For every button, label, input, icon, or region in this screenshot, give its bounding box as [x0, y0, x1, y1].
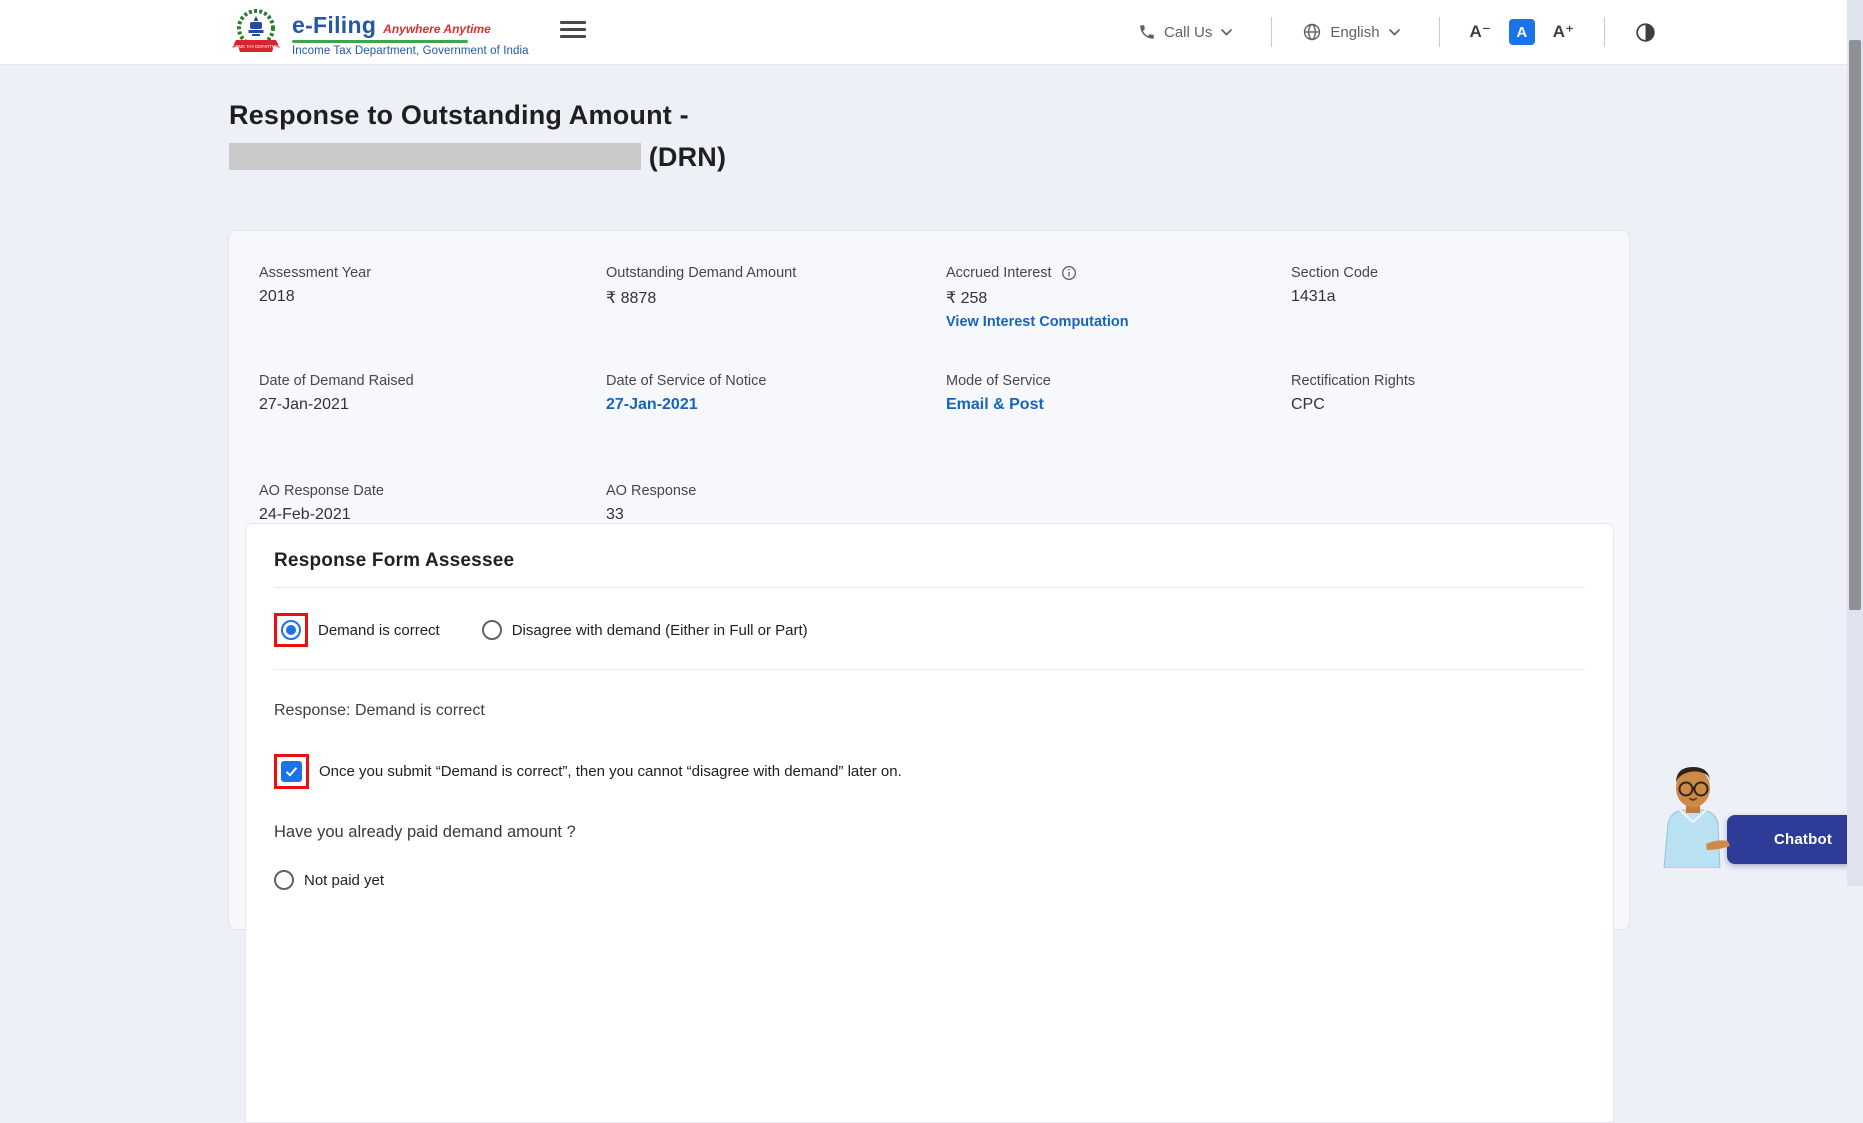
response-form-card: Response Form Assessee Demand is correct… — [245, 523, 1614, 1123]
field-label: Accrued Interest — [946, 265, 1291, 281]
confirm-checkbox[interactable] — [281, 761, 302, 782]
summary-row-1: Assessment Year 2018 Outstanding Demand … — [259, 265, 1604, 330]
field-section-code: Section Code 1431a — [1291, 265, 1604, 330]
view-interest-computation-link[interactable]: View Interest Computation — [946, 314, 1291, 330]
phone-icon — [1140, 25, 1154, 39]
confirmation-checkbox-row: Once you submit “Demand is correct”, the… — [274, 754, 1585, 789]
field-date-of-demand-raised: Date of Demand Raised 27-Jan-2021 — [259, 373, 606, 414]
page-title: Response to Outstanding Amount - (DRN) — [229, 94, 726, 178]
field-label: Date of Service of Notice — [606, 373, 767, 389]
section-divider — [274, 669, 1585, 670]
field-ao-response: AO Response 33 — [606, 483, 946, 524]
chatbot-button-label: Chatbot — [1773, 831, 1833, 848]
field-label: Date of Demand Raised — [259, 373, 414, 389]
department-subtitle: Income Tax Department, Government of Ind… — [292, 45, 529, 57]
summary-row-2: Date of Demand Raised 27-Jan-2021 Date o… — [259, 373, 1604, 414]
date-of-service-link[interactable]: 27-Jan-2021 — [606, 396, 946, 414]
chevron-down-icon — [1388, 28, 1400, 36]
field-value: ₹ 8878 — [606, 290, 657, 307]
chevron-down-icon — [1221, 28, 1233, 36]
language-menu[interactable]: English — [1302, 22, 1408, 42]
payment-question: Have you already paid demand amount ? — [274, 823, 576, 841]
brand-name: e-Filing — [292, 12, 377, 38]
field-ao-response-date: AO Response Date 24-Feb-2021 — [259, 483, 606, 524]
annotation-highlight-box — [274, 613, 308, 647]
app-header: INCOME TAX DEPARTMENT e-Filing Anywhere … — [0, 0, 1847, 64]
mode-of-service-link[interactable]: Email & Post — [946, 396, 1291, 414]
field-value: 24-Feb-2021 — [259, 506, 351, 523]
field-rectification-rights: Rectification Rights CPC — [1291, 373, 1604, 414]
field-label: Section Code — [1291, 265, 1379, 281]
field-value: CPC — [1291, 396, 1325, 413]
font-size-increase-button[interactable]: A⁺ — [1553, 22, 1574, 42]
field-value: 2018 — [259, 288, 295, 305]
payment-radio-group: Not paid yet — [274, 870, 1585, 890]
info-icon[interactable] — [1061, 265, 1077, 281]
field-outstanding-demand-amount: Outstanding Demand Amount ₹ 8878 — [606, 265, 946, 330]
field-value: 33 — [606, 506, 624, 523]
efiling-logo: INCOME TAX DEPARTMENT e-Filing Anywhere … — [228, 4, 529, 65]
radio-not-paid-yet[interactable] — [274, 870, 294, 890]
header-utility-nav: Call Us English A⁻ A A⁺ — [1138, 0, 1656, 64]
scrollbar-track — [1847, 0, 1863, 886]
form-heading: Response Form Assessee — [274, 550, 515, 571]
heading-divider — [274, 587, 1585, 588]
call-us-label: Call Us — [1164, 23, 1213, 41]
redacted-drn-value — [229, 143, 641, 170]
field-value: 27-Jan-2021 — [259, 396, 349, 413]
svg-text:INCOME TAX DEPARTMENT: INCOME TAX DEPARTMENT — [228, 44, 284, 49]
annotation-highlight-box — [274, 754, 309, 789]
logo-green-rule — [292, 40, 468, 43]
radio-demand-is-correct[interactable] — [281, 620, 301, 640]
field-label: Mode of Service — [946, 373, 1051, 389]
demand-summary-card: Assessment Year 2018 Outstanding Demand … — [228, 230, 1630, 1123]
selected-response-text: Response: Demand is correct — [274, 702, 485, 719]
field-label: AO Response — [606, 483, 697, 499]
nav-divider — [1604, 17, 1606, 47]
page-title-drn-suffix: (DRN) — [648, 142, 727, 172]
chatbot-avatar-icon[interactable] — [1650, 764, 1740, 873]
field-accrued-interest: Accrued Interest ₹ 258 View Interest Com… — [946, 265, 1291, 330]
field-value: 1431a — [1291, 288, 1336, 305]
language-label: English — [1330, 23, 1380, 41]
call-us-menu[interactable]: Call Us — [1138, 23, 1241, 41]
demand-response-radio-group: Demand is correct Disagree with demand (… — [274, 613, 1585, 647]
font-size-decrease-button[interactable]: A⁻ — [1470, 22, 1491, 42]
contrast-toggle-icon[interactable] — [1635, 22, 1656, 43]
scrollbar-thumb[interactable] — [1849, 40, 1861, 610]
globe-icon — [1304, 23, 1321, 41]
radio-disagree-with-demand[interactable] — [481, 620, 502, 640]
field-date-of-service-of-notice: Date of Service of Notice 27-Jan-2021 — [606, 373, 946, 414]
font-size-default-button[interactable]: A — [1508, 19, 1535, 45]
nav-divider — [1438, 17, 1440, 47]
hamburger-menu-icon[interactable] — [560, 21, 588, 43]
income-tax-emblem-icon: INCOME TAX DEPARTMENT — [228, 4, 284, 65]
confirm-checkbox-label[interactable]: Once you submit “Demand is correct”, the… — [319, 763, 902, 780]
chatbot-button[interactable]: Chatbot — [1727, 815, 1853, 864]
radio-label-demand-is-correct[interactable]: Demand is correct — [318, 622, 440, 639]
field-label: Outstanding Demand Amount — [606, 265, 797, 281]
brand-tagline: Anywhere Anytime — [383, 22, 491, 36]
field-label: AO Response Date — [259, 483, 384, 499]
page-title-line1: Response to Outstanding Amount - — [229, 100, 689, 130]
field-label: Rectification Rights — [1291, 373, 1416, 389]
field-label: Assessment Year — [259, 265, 372, 281]
nav-divider — [1271, 17, 1273, 47]
radio-label-disagree-with-demand[interactable]: Disagree with demand (Either in Full or … — [512, 622, 808, 639]
field-mode-of-service: Mode of Service Email & Post — [946, 373, 1291, 414]
field-value: ₹ 258 — [946, 290, 988, 307]
summary-row-3: AO Response Date 24-Feb-2021 AO Response… — [259, 483, 1604, 524]
field-assessment-year: Assessment Year 2018 — [259, 265, 606, 330]
